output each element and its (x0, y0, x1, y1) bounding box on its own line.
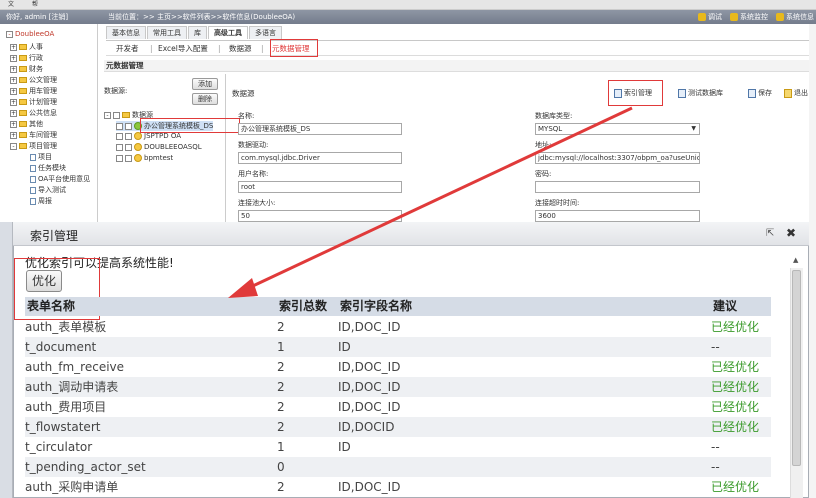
arrow-line (239, 106, 633, 294)
arrow-head (228, 278, 258, 298)
annotation-arrow (228, 106, 633, 298)
